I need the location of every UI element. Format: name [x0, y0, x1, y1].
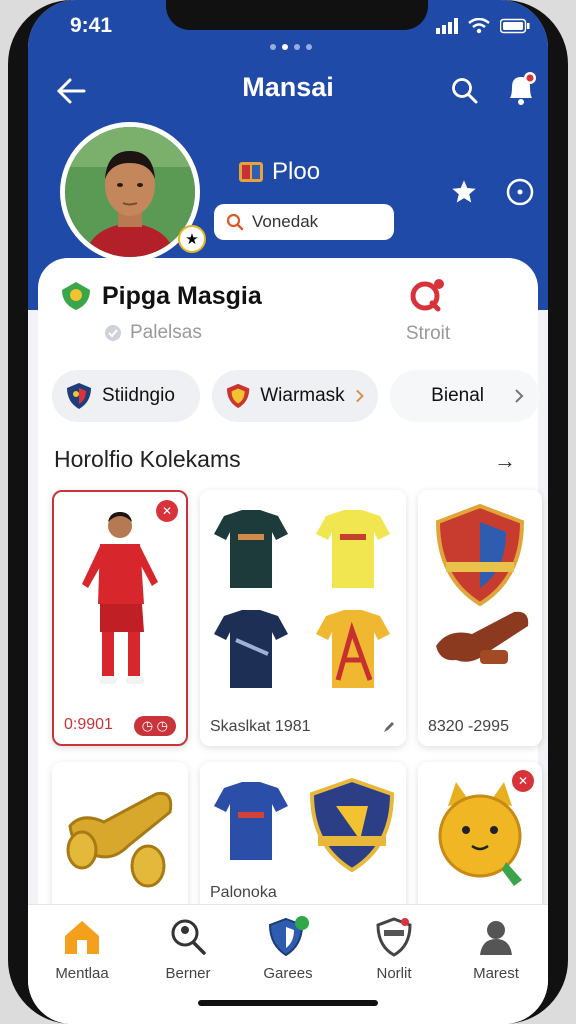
page-dots: [270, 44, 312, 50]
see-all-button[interactable]: →: [494, 448, 516, 474]
home-icon: [65, 921, 99, 954]
bell-icon: [510, 72, 536, 105]
search-icon: [452, 78, 478, 104]
item-price: 8320 -2995: [428, 718, 509, 735]
wifi-icon: [468, 18, 490, 34]
profile-name: Ploo: [272, 158, 321, 185]
player-figure-image: [82, 512, 158, 684]
shield-icon: [67, 383, 91, 409]
club-name: Pipga Masgia: [102, 281, 262, 310]
signal-icon: [436, 18, 458, 34]
profile-name-row: Ploo: [238, 158, 320, 186]
circle-info-icon: [506, 178, 534, 206]
stroit-label: Stroit: [405, 323, 451, 344]
player-portrait-image: [65, 127, 195, 257]
person-icon: [480, 921, 512, 955]
chip-bienal[interactable]: Bienal: [390, 370, 540, 422]
search-person-icon: [171, 919, 206, 955]
info-button[interactable]: [504, 176, 536, 208]
collection-item-jerseys[interactable]: Skaslkat 1981: [200, 490, 406, 746]
item-price: 0:9901: [64, 716, 113, 733]
tab-clubs[interactable]: Norlit: [344, 915, 444, 982]
flag-icon: [239, 162, 263, 182]
crest-emblem-image: [435, 503, 529, 664]
collection-item-crest[interactable]: 8320 -2995: [418, 490, 542, 746]
search-button[interactable]: [448, 74, 482, 108]
tab-label: Mentlaa: [55, 965, 109, 982]
notch: [166, 0, 428, 30]
chip-row: Stiidngio Wiarmask Bienal: [52, 370, 540, 422]
price-tag-icon: ◷ ◷: [133, 716, 176, 736]
club-subtitle-row: Palelsas: [104, 322, 202, 344]
chevron-right-icon: [515, 389, 524, 403]
crest-icon: [226, 383, 250, 409]
battery-icon: [500, 18, 530, 34]
edit-icon: [384, 722, 394, 732]
status-time: 9:41: [70, 14, 113, 37]
club-logo-icon: [62, 282, 90, 310]
chip-stiidngio[interactable]: Stiidngio: [52, 370, 200, 422]
shield-check-icon: [268, 916, 309, 957]
phone-frame: 9:41 Mansai ★ Ploo Vonedak Pipga Masgia …: [8, 0, 568, 1024]
collection-item-player[interactable]: ✕ 0:9901 ◷ ◷: [52, 490, 188, 746]
tab-search[interactable]: Berner: [138, 915, 238, 982]
chip-label: Wiarmask: [260, 385, 345, 406]
profile-search-field[interactable]: [214, 204, 394, 240]
star-icon: [452, 180, 476, 203]
section-title: Horolfio Kolekams: [54, 446, 241, 472]
home-indicator: [198, 1000, 378, 1006]
crest-outline-icon: [376, 917, 412, 957]
club-subtitle: Palelsas: [130, 322, 202, 343]
tab-profile[interactable]: Marest: [446, 915, 546, 982]
club-row: Pipga Masgia: [60, 280, 262, 312]
screen: 9:41 Mansai ★ Ploo Vonedak Pipga Masgia …: [28, 0, 548, 1024]
chevron-right-icon: [355, 389, 364, 403]
chip-wiarmask[interactable]: Wiarmask: [212, 370, 378, 422]
tab-shield[interactable]: Garees: [238, 915, 338, 982]
bottom-tab-bar: Mentlaa Berner Garees Norlit Marest: [28, 904, 548, 1024]
tab-label: Berner: [165, 965, 211, 982]
tab-home[interactable]: Mentlaa: [32, 915, 132, 982]
item-label: Palonoka: [210, 884, 277, 901]
favorite-button[interactable]: [448, 176, 480, 208]
target-icon: [410, 279, 444, 312]
stroit-button[interactable]: Stroit: [388, 278, 468, 345]
verified-badge-icon: ★: [178, 225, 206, 253]
tab-label: Garees: [263, 965, 313, 982]
item-price: Skaslkat 1981: [210, 718, 311, 735]
chip-label: Bienal: [431, 385, 484, 406]
status-icons: [436, 18, 530, 34]
tab-label: Marest: [473, 965, 519, 982]
search-icon: [226, 213, 244, 231]
notification-button[interactable]: [502, 70, 540, 108]
golden-horn-image: [66, 791, 173, 888]
tag-icon: [105, 325, 121, 341]
profile-search-input[interactable]: [252, 212, 382, 232]
chip-label: Stiidngio: [102, 385, 175, 406]
jerseys-image: [214, 510, 390, 688]
tab-label: Norlit: [376, 965, 412, 982]
